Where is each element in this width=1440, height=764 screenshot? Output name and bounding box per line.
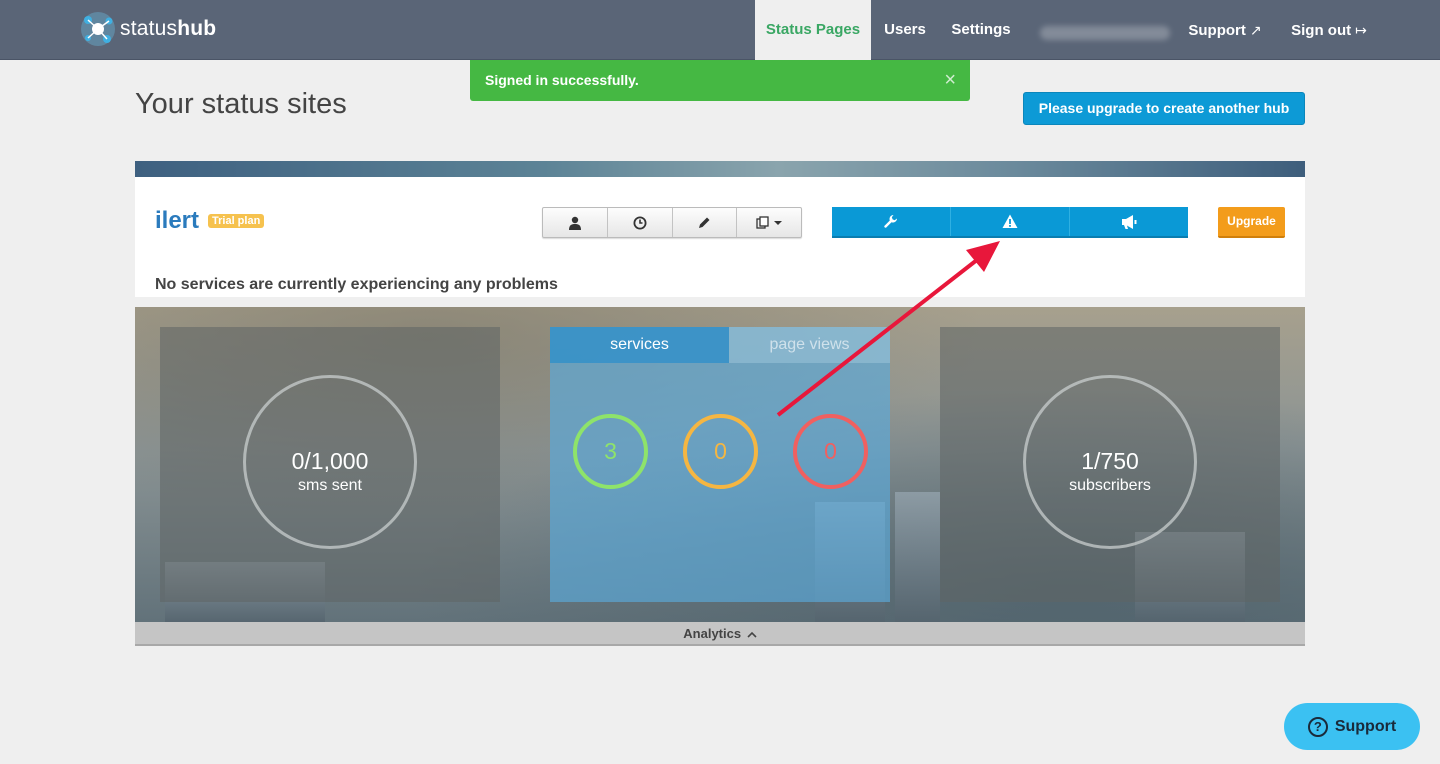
analytics-panel: 0/1,000 sms sent services page views 3 0… — [135, 307, 1305, 622]
analytics-toggle[interactable]: Analytics — [135, 622, 1305, 646]
nav-sign-out[interactable]: Sign out ↦ — [1286, 0, 1372, 60]
logo-icon — [81, 12, 115, 46]
success-alert: Signed in successfully. × — [470, 60, 970, 101]
sms-usage-ring: 0/1,000 sms sent — [243, 375, 417, 549]
card-header-image — [135, 161, 1305, 177]
subscribers-label: subscribers — [1069, 477, 1151, 494]
hub-card: ilert Trial plan Upgrade No services are… — [135, 177, 1305, 297]
tab-page-views[interactable]: page views — [729, 327, 890, 363]
tab-services[interactable]: services — [550, 327, 729, 363]
support-widget-button[interactable]: ? Support — [1284, 703, 1420, 750]
nav-users[interactable]: Users — [878, 0, 932, 60]
outage-count: 0 — [793, 414, 868, 489]
operational-count: 3 — [573, 414, 648, 489]
wrench-icon — [884, 214, 897, 228]
megaphone-icon — [1122, 214, 1137, 229]
hub-status-message: No services are currently experiencing a… — [155, 276, 558, 293]
copy-icon — [755, 215, 769, 229]
user-icon — [568, 216, 581, 230]
clock-icon — [633, 216, 647, 229]
history-button[interactable] — [608, 208, 673, 237]
close-icon[interactable]: × — [944, 60, 956, 101]
chevron-up-icon — [747, 631, 757, 638]
page-title: Your status sites — [135, 88, 347, 120]
nav-settings[interactable]: Settings — [947, 0, 1015, 60]
background-building — [895, 492, 940, 622]
incident-button[interactable] — [951, 207, 1070, 236]
nav-support[interactable]: Support ↗ — [1180, 0, 1270, 60]
services-panel: services page views 3 0 0 — [550, 327, 890, 602]
sms-label: sms sent — [297, 477, 362, 494]
help-icon: ? — [1307, 716, 1328, 737]
hub-actions — [832, 207, 1188, 238]
subscribers-button[interactable] — [543, 208, 608, 237]
alert-message: Signed in successfully. — [485, 72, 639, 88]
user-email-blurred[interactable] — [1040, 26, 1170, 40]
sms-count: 0/1,000 — [291, 448, 369, 474]
upgrade-hub-button[interactable]: Please upgrade to create another hub — [1023, 92, 1305, 125]
subscribers-count: 1/750 — [1081, 448, 1139, 474]
edit-button[interactable] — [673, 208, 738, 237]
hub-toolbar — [542, 207, 802, 238]
subscribers-ring: 1/750 subscribers — [1023, 375, 1197, 549]
statushub-logo[interactable]: statushub — [80, 11, 216, 47]
warning-icon — [1002, 214, 1018, 228]
analytics-tabs: services page views — [550, 327, 890, 363]
upgrade-button[interactable]: Upgrade — [1218, 207, 1285, 238]
sign-out-icon: ↦ — [1355, 22, 1367, 38]
external-link-icon: ↗ — [1249, 22, 1262, 38]
subscribers-panel: 1/750 subscribers — [940, 327, 1280, 602]
hub-name-link[interactable]: ilert — [155, 207, 199, 235]
nav-status-pages[interactable]: Status Pages — [755, 0, 871, 60]
top-navbar: statushub Status Pages Users Settings Su… — [0, 0, 1440, 60]
trial-plan-badge: Trial plan — [208, 214, 265, 228]
caret-down-icon — [773, 220, 782, 225]
announcement-button[interactable] — [1070, 207, 1188, 236]
pencil-icon — [699, 217, 710, 228]
copy-dropdown-button[interactable] — [737, 208, 801, 237]
sms-panel: 0/1,000 sms sent — [160, 327, 500, 602]
degraded-count: 0 — [683, 414, 758, 489]
logo-text: statushub — [120, 17, 217, 40]
maintenance-button[interactable] — [832, 207, 951, 236]
